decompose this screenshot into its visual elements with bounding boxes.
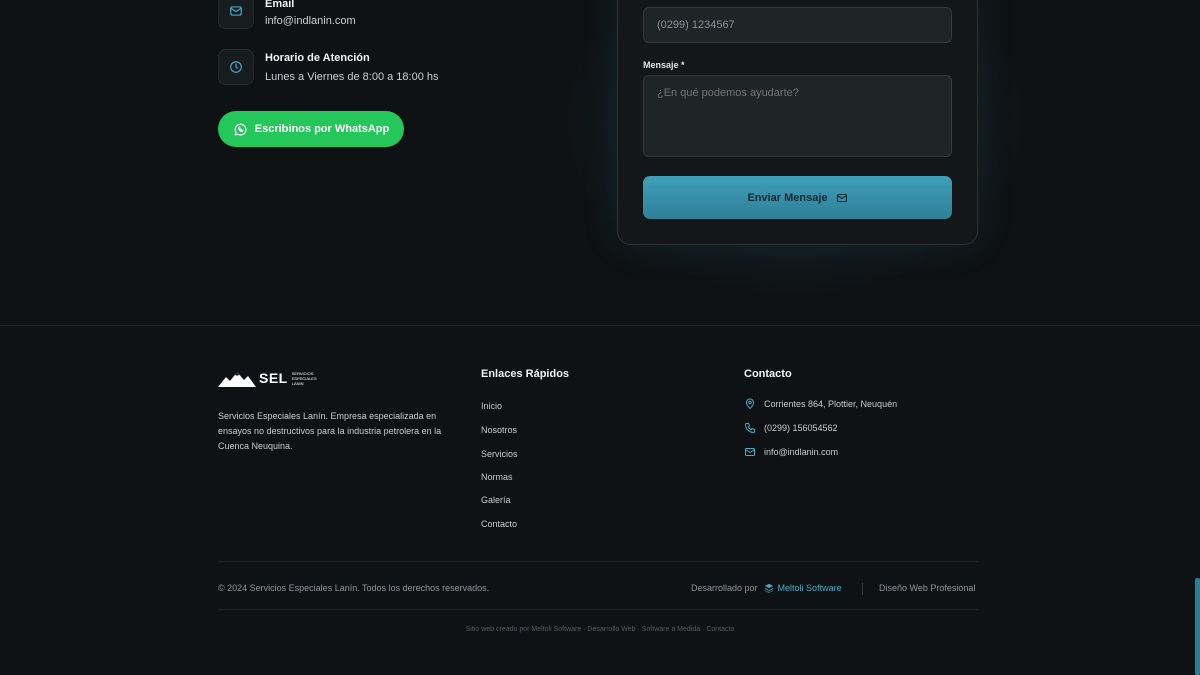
whatsapp-icon <box>234 123 247 135</box>
footer-logo[interactable]: SEL SERVICIOS ESPECIALES LANIN <box>218 369 317 387</box>
phone-text: (0299) 156054562 <box>764 423 838 433</box>
submit-button[interactable]: Enviar Mensaje <box>643 176 952 219</box>
email-value: info@indlanin.com <box>265 15 356 27</box>
whatsapp-button[interactable]: Escribinos por WhatsApp <box>218 111 404 147</box>
design-label: Diseño Web Profesional <box>879 583 976 593</box>
clock-icon <box>230 61 242 73</box>
contact-title: Contacto <box>744 368 792 380</box>
phone-input[interactable] <box>643 7 952 43</box>
footer-link-inicio[interactable]: Inicio <box>481 401 502 411</box>
whatsapp-label: Escribinos por WhatsApp <box>254 123 390 135</box>
quick-links-title: Enlaces Rápidos <box>481 368 570 380</box>
submit-label: Enviar Mensaje <box>747 191 828 204</box>
bottom-credit-line[interactable]: Sitio web creado por Meltoli Software · … <box>0 626 1200 633</box>
message-textarea[interactable] <box>643 75 952 157</box>
developer-name: Meltoli Software <box>777 583 842 593</box>
email-icon-box <box>218 0 254 29</box>
mountain-logo-icon <box>218 372 256 387</box>
mail-icon <box>745 448 755 456</box>
copyright-text: © 2024 Servicios Especiales Lanín. Todos… <box>218 583 490 593</box>
hours-icon-box <box>218 49 254 85</box>
developer-credit: Desarrollado por Meltoli Software <box>691 583 842 593</box>
footer-email[interactable]: info@indlanin.com <box>744 446 838 458</box>
bottom-divider <box>218 561 978 562</box>
footer-address: Corrientes 864, Plottier, Neuquén <box>744 398 897 410</box>
message-label: Mensaje * <box>643 60 685 70</box>
credit-separator <box>862 583 863 595</box>
footer-link-nosotros[interactable]: Nosotros <box>481 425 517 435</box>
mail-icon <box>836 193 847 202</box>
bottom-divider-2 <box>218 609 978 610</box>
email-title: Email <box>265 0 295 10</box>
layers-icon <box>764 583 773 593</box>
address-text: Corrientes 864, Plottier, Neuquén <box>764 399 898 409</box>
map-pin-icon <box>746 398 754 409</box>
footer-description: Servicios Especiales Lanín. Empresa espe… <box>218 411 442 451</box>
developer-link[interactable]: Meltoli Software <box>764 583 842 593</box>
email-text: info@indlanin.com <box>764 447 839 457</box>
logo-subtext-line: LANIN <box>291 380 304 386</box>
logo-text: SEL <box>259 370 288 386</box>
mail-icon <box>230 6 242 16</box>
phone-icon <box>745 423 755 433</box>
developed-by-label: Desarrollado por <box>691 583 758 593</box>
footer-link-normas[interactable]: Normas <box>481 472 513 482</box>
footer-phone[interactable]: (0299) 156054562 <box>744 422 838 434</box>
hours-value: Lunes a Viernes de 8:00 a 18:00 hs <box>265 71 439 83</box>
footer-link-contacto[interactable]: Contacto <box>481 519 517 529</box>
footer-divider <box>0 325 1200 326</box>
footer-link-galeria[interactable]: Galería <box>481 495 511 505</box>
logo-subtext: SERVICIOS ESPECIALES LANIN <box>292 371 317 386</box>
footer-link-servicios[interactable]: Servicios <box>481 449 518 459</box>
hours-title: Horario de Atención <box>265 52 370 64</box>
scrollbar-thumb[interactable] <box>1195 578 1200 675</box>
